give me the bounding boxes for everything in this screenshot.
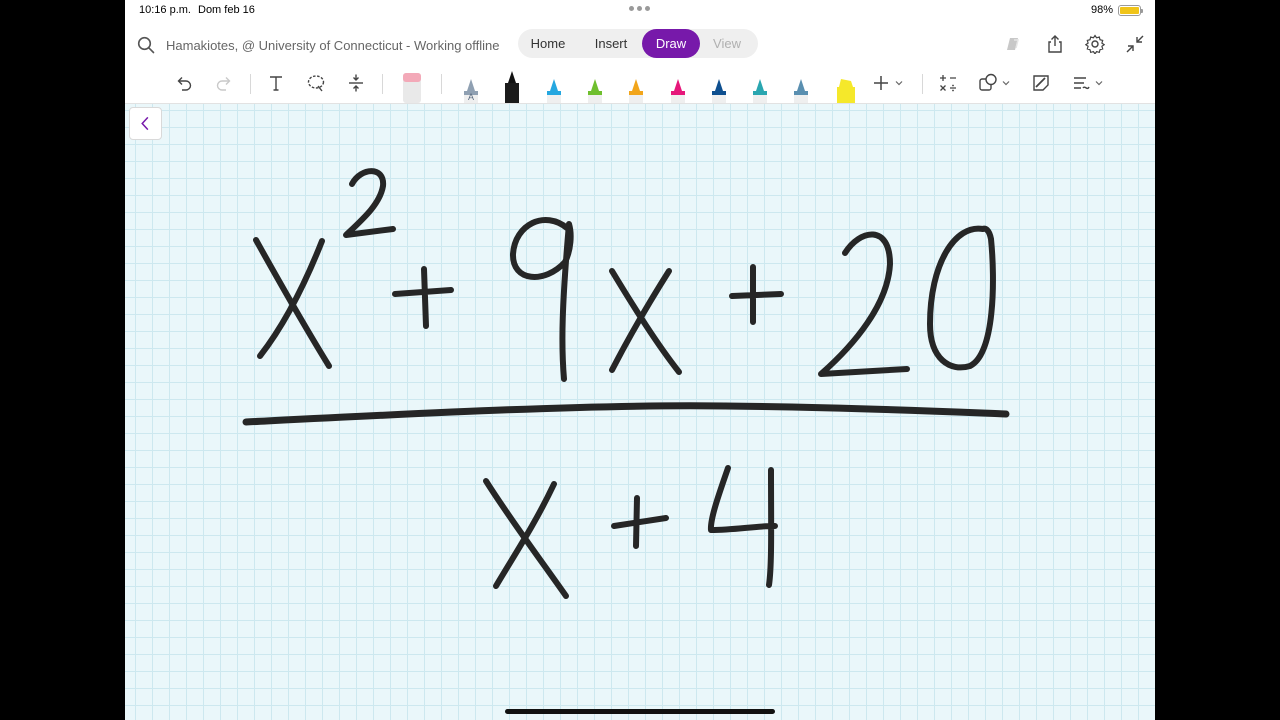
ink-fraction-bar [242,402,1010,426]
magenta-pen-icon[interactable] [669,69,687,103]
ribbon-tabs: Home Insert Draw View [518,29,758,58]
lasso-icon[interactable] [306,73,326,93]
multitasking-dots-icon[interactable] [629,6,650,11]
dark-blue-pen-icon[interactable] [710,69,728,103]
status-date: Dom feb 16 [198,4,255,16]
ink-plus-2 [729,264,784,325]
ink-4 [707,465,778,588]
ink-to-text-icon[interactable] [1071,73,1105,93]
search-icon[interactable] [137,36,155,54]
svg-text:A: A [468,92,474,102]
eraser-icon[interactable] [401,69,423,103]
ink-to-shape-icon[interactable] [1031,73,1051,93]
add-space-icon[interactable] [346,73,366,93]
draw-toolbar: A [125,66,1155,104]
light-blue-pen-icon[interactable] [545,69,563,103]
redo-icon[interactable] [214,73,234,93]
green-pen-icon[interactable] [586,69,604,103]
undo-icon[interactable] [174,73,194,93]
handwritten-expression [242,168,1010,599]
ink-superscript-2 [343,168,396,238]
pencil-icon[interactable]: A [462,69,480,103]
math-icon[interactable] [938,73,958,93]
add-pen-icon[interactable] [871,73,905,93]
text-icon[interactable] [266,73,286,93]
ink-2 [818,231,910,377]
app-screen: 10:16 p.m. Dom feb 16 98% Hamakiotes, @ … [125,0,1155,720]
ink-plus-1 [392,266,454,329]
ink-9 [509,217,574,382]
shapes-icon[interactable] [978,73,1012,93]
battery-icon [1118,5,1143,16]
status-time: 10:16 p.m. [139,4,191,16]
tab-draw[interactable]: Draw [642,29,700,58]
tab-insert[interactable]: Insert [582,29,640,58]
share-icon[interactable] [1045,34,1065,54]
ink-plus-3 [611,495,669,549]
status-bar: 10:16 p.m. Dom feb 16 98% [125,0,1155,22]
copilot-icon[interactable] [1005,34,1025,54]
settings-icon[interactable] [1085,34,1105,54]
collapse-icon[interactable] [1125,34,1145,54]
home-indicator[interactable] [505,709,775,714]
tab-view[interactable]: View [704,29,750,58]
orange-pen-icon[interactable] [627,69,645,103]
teal-pen-icon[interactable] [751,69,769,103]
black-pen-icon[interactable] [503,69,521,103]
notebook-title[interactable]: Hamakiotes, @ University of Connecticut … [166,38,500,53]
yellow-highlighter-icon[interactable] [834,69,858,103]
title-bar: Hamakiotes, @ University of Connecticut … [125,22,1155,66]
note-canvas[interactable] [125,104,1155,720]
battery-percent: 98% [1091,4,1114,16]
ink-0 [927,225,996,371]
tab-home[interactable]: Home [522,29,574,58]
gray-blue-pen-icon[interactable] [792,69,810,103]
